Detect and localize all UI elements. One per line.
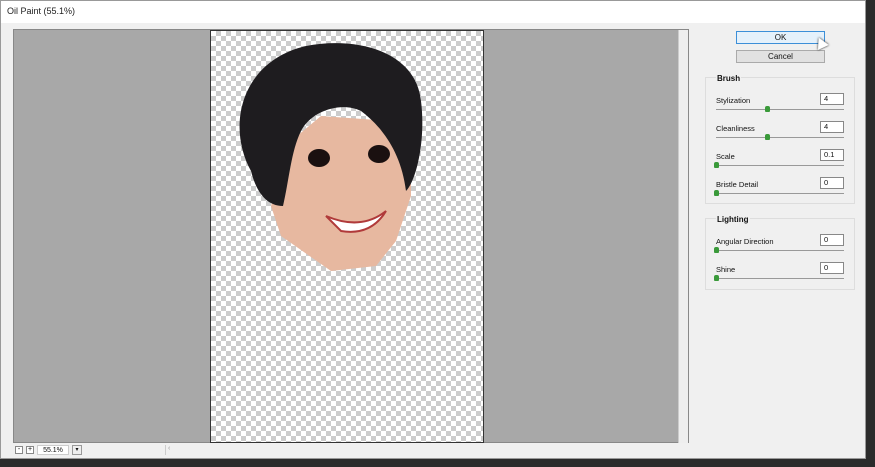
horizontal-scrollbar[interactable]: ‹ [165,444,689,455]
scale-control: Scale 0.1 [714,146,844,174]
scale-slider[interactable] [716,165,844,166]
bristle-detail-slider-thumb[interactable] [714,190,719,196]
scale-slider-thumb[interactable] [714,162,719,168]
lighting-group: Lighting Angular Direction 0 Shine 0 [705,215,855,290]
background-status-bar [0,459,875,467]
shine-slider[interactable] [716,278,844,279]
angular-direction-label: Angular Direction [716,237,774,246]
oil-painted-portrait [239,43,423,271]
cleanliness-slider-thumb[interactable] [765,134,771,140]
chevron-down-icon[interactable]: ▾ [72,444,82,455]
zoom-out-button[interactable]: - [15,445,23,454]
zoom-in-button[interactable]: + [26,445,34,454]
scale-label: Scale [716,152,735,161]
bristle-detail-input[interactable]: 0 [820,177,844,189]
cleanliness-label: Cleanliness [716,124,755,133]
brush-title: Brush [716,74,742,83]
oil-paint-dialog: Oil Paint (55.1%) - + 55.1% ▾ ‹ OK Cance… [0,0,866,459]
shine-input[interactable]: 0 [820,262,844,274]
cleanliness-control: Cleanliness 4 [716,118,844,146]
preview-zoom-bar: - + 55.1% ▾ ‹ [13,443,689,456]
lighting-title: Lighting [716,215,750,224]
stylization-control: Stylization 4 [716,90,844,118]
cleanliness-input[interactable]: 4 [820,121,844,133]
bristle-detail-control: Bristle Detail 0 [714,174,844,202]
dialog-title: Oil Paint (55.1%) [1,1,865,23]
shine-slider-thumb[interactable] [714,275,719,281]
vertical-scrollbar[interactable] [678,30,688,443]
brush-group: Brush Stylization 4 Cleanliness 4 Scale … [705,74,855,204]
angular-direction-slider-thumb[interactable] [714,247,719,253]
stylization-input[interactable]: 4 [820,93,844,105]
preview-canvas [210,30,484,443]
stylization-slider[interactable] [716,109,844,110]
bristle-detail-label: Bristle Detail [716,180,759,189]
stylization-label: Stylization [716,96,751,105]
cancel-button[interactable]: Cancel [736,50,825,63]
angular-direction-input[interactable]: 0 [820,234,844,246]
angular-direction-slider[interactable] [716,250,844,251]
stylization-slider-thumb[interactable] [765,106,771,112]
cleanliness-slider[interactable] [716,137,844,138]
scale-input[interactable]: 0.1 [820,149,844,161]
shine-label: Shine [716,265,736,274]
shine-control: Shine 0 [714,259,844,287]
ok-button[interactable]: OK [736,31,825,44]
zoom-level[interactable]: 55.1% [37,444,69,455]
preview-area[interactable] [13,29,689,443]
bristle-detail-slider[interactable] [716,193,844,194]
angular-direction-control: Angular Direction 0 [714,231,844,259]
